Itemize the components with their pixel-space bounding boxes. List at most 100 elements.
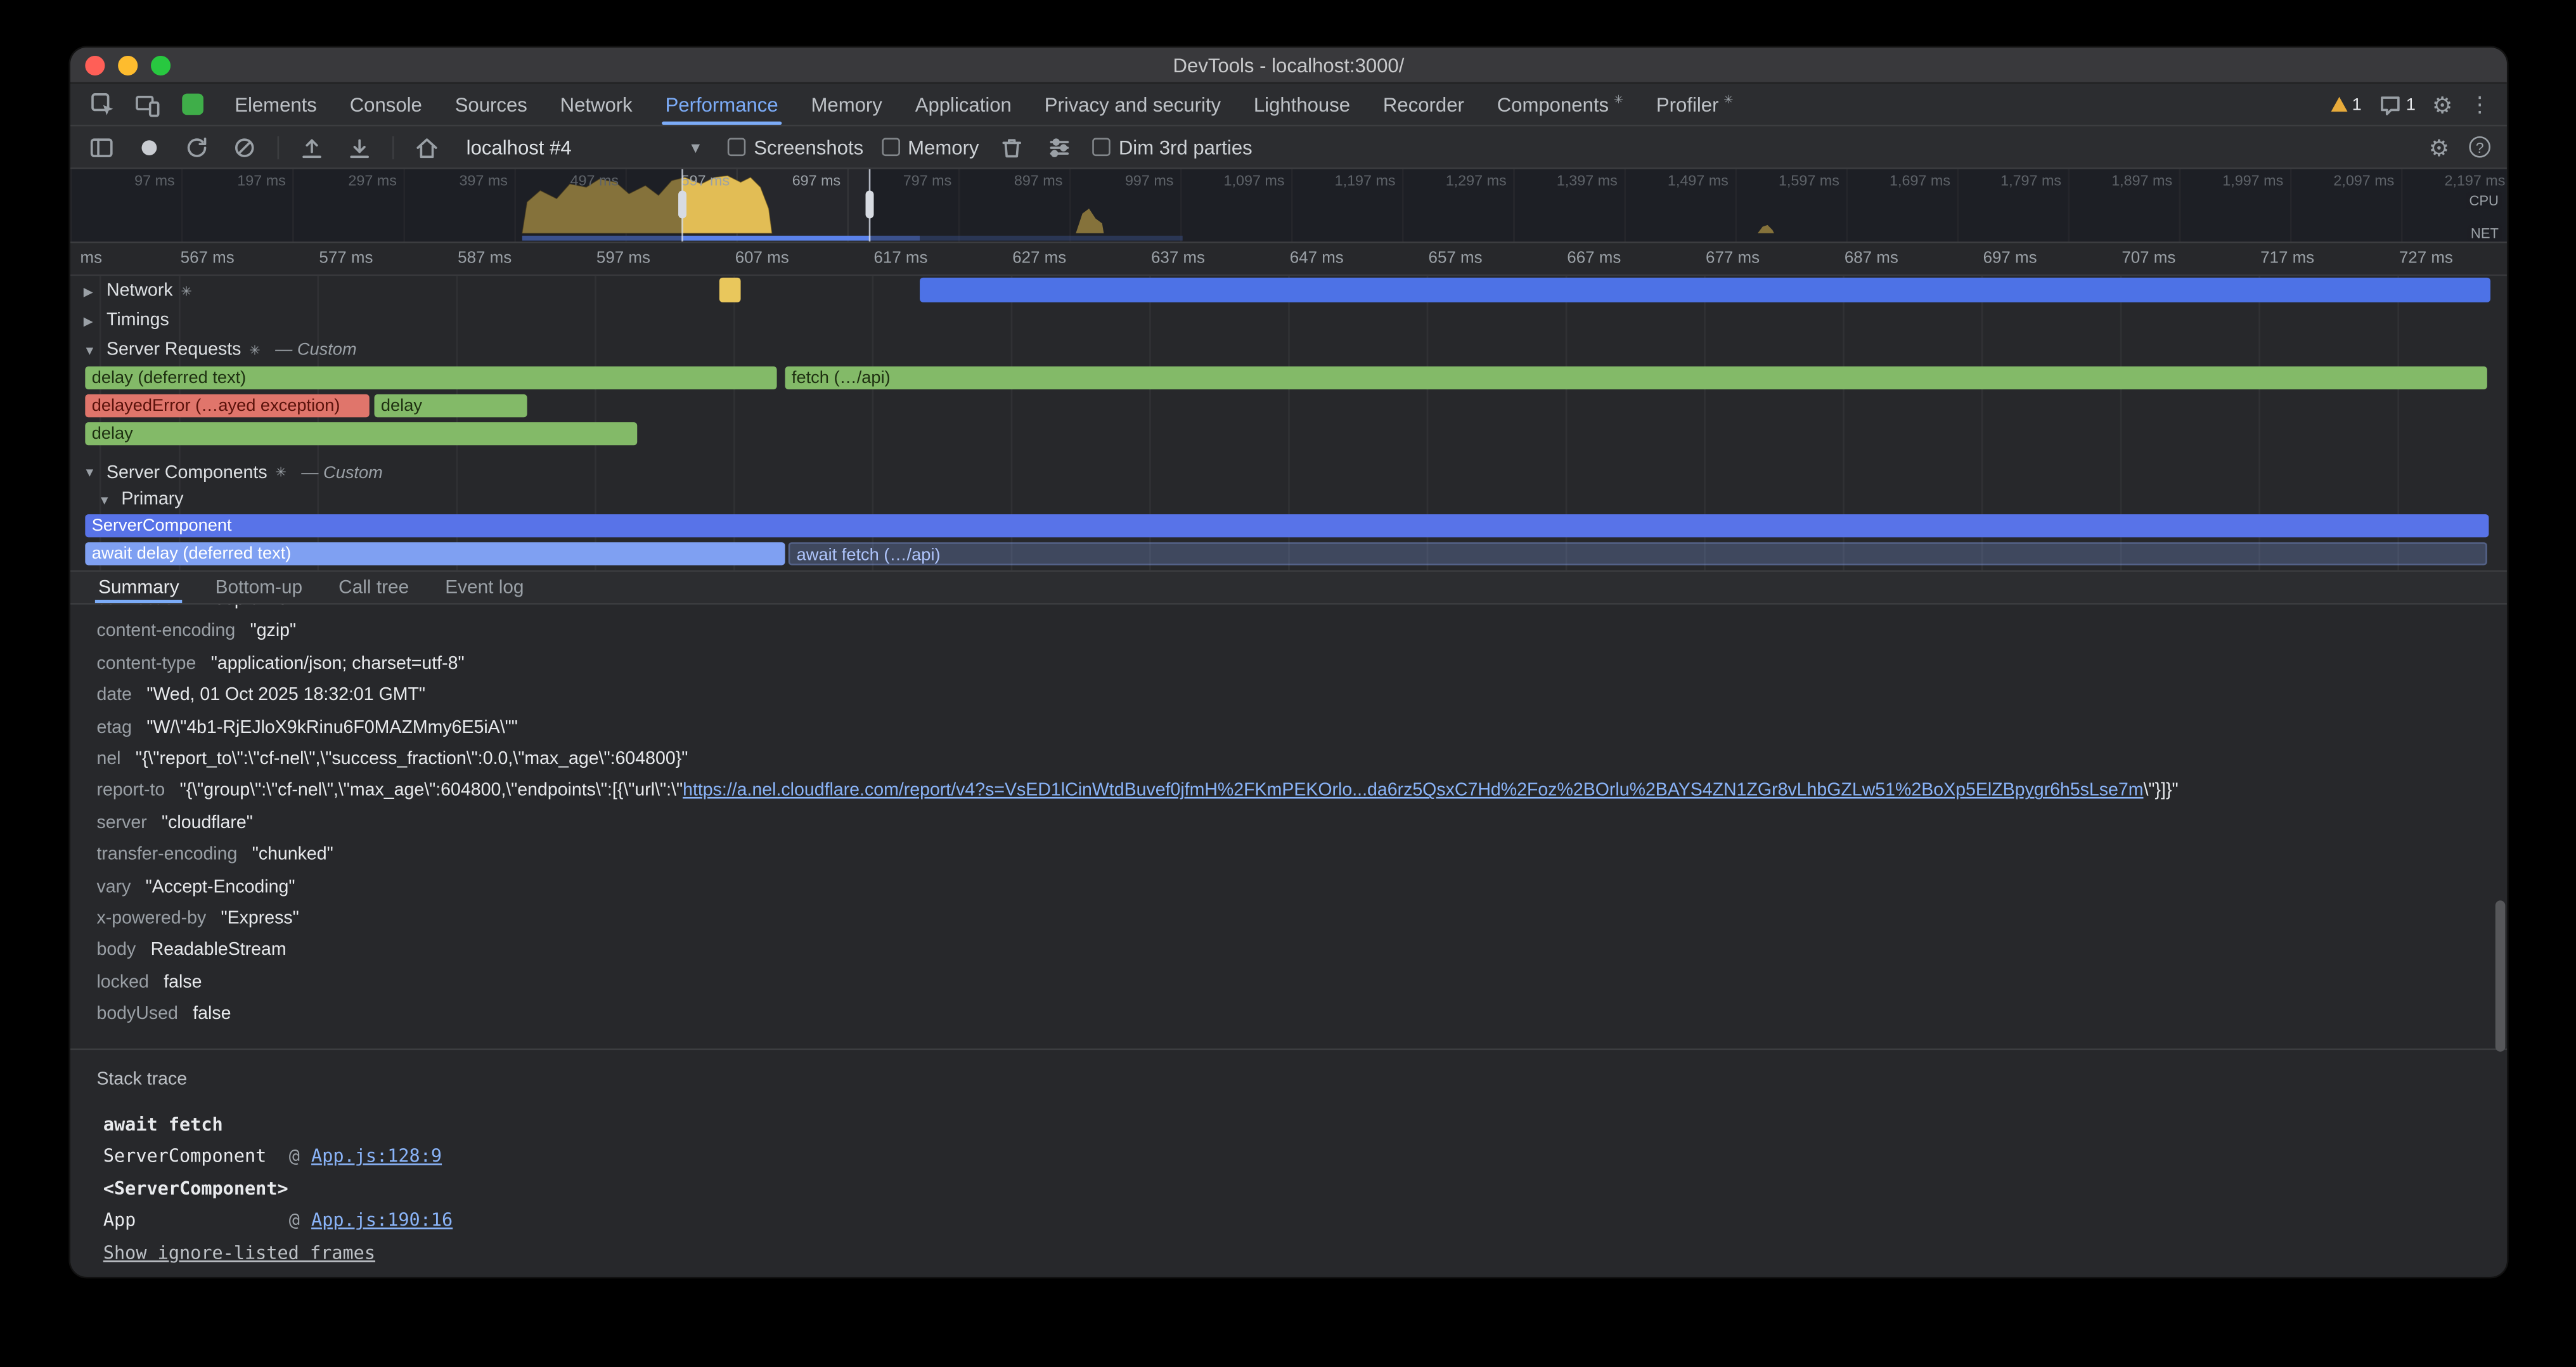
flame-row: delayedError (…ayed exception) delay xyxy=(70,392,2507,420)
issues-count: 1 xyxy=(2406,94,2416,114)
ruler-label: 697 ms xyxy=(1983,250,2037,268)
track-header-primary[interactable]: ▼Primary xyxy=(98,486,184,512)
collect-garbage-icon[interactable] xyxy=(997,132,1027,162)
flame-entry-await-delay-deferred-text[interactable]: await delay (deferred text) xyxy=(85,542,785,565)
header-key: bodyUsed xyxy=(96,1004,177,1024)
extension-badge-icon: ✳ xyxy=(1614,94,1623,107)
tab-elements[interactable]: Elements xyxy=(218,84,333,125)
tab-privacy-and-security[interactable]: Privacy and security xyxy=(1028,84,1237,125)
dim-3rd-parties-label: Dim 3rd parties xyxy=(1119,136,1253,159)
tab-label: Profiler xyxy=(1656,93,1719,115)
toolbar-separator xyxy=(392,136,394,159)
tab-network[interactable]: Network xyxy=(544,84,649,125)
zoom-window-button[interactable] xyxy=(151,55,171,75)
stack-frame-title: await fetch xyxy=(103,1109,2507,1141)
history-dropdown[interactable]: localhost #4 ▼ xyxy=(460,132,709,162)
flame-entry-servercomponent[interactable]: ServerComponent xyxy=(85,514,2489,537)
clear-icon[interactable] xyxy=(229,132,259,162)
show-ignore-listed-frames-link[interactable]: Show ignore-listed frames xyxy=(103,1242,375,1264)
details-tab-bottom-up[interactable]: Bottom-up xyxy=(197,572,321,603)
tab-console[interactable]: Console xyxy=(333,84,439,125)
record-and-reload-icon[interactable] xyxy=(182,132,212,162)
track-header-server-components[interactable]: ▼Server Components✳— Custom xyxy=(84,458,383,486)
header-value: "Express" xyxy=(221,909,299,928)
ruler-label: 687 ms xyxy=(1845,250,1898,268)
screenshots-checkbox[interactable]: Screenshots xyxy=(728,136,863,159)
message-bubble-icon xyxy=(2378,93,2401,115)
overview-left-handle[interactable] xyxy=(678,191,686,219)
track-header-server-requests[interactable]: ▼Server Requests✳— Custom xyxy=(84,335,357,365)
throttling-settings-icon[interactable] xyxy=(1045,132,1074,162)
live-metrics-home-icon[interactable] xyxy=(412,132,442,162)
flame-entry-delayederror-ayed-exception[interactable]: delayedError (…ayed exception) xyxy=(85,394,369,417)
tab-memory[interactable]: Memory xyxy=(795,84,899,125)
stack-frame-location-link[interactable]: App.js:128:9 xyxy=(311,1146,442,1167)
flame-row: delay xyxy=(70,420,2507,448)
close-window-button[interactable] xyxy=(85,55,105,75)
flame-row: ▼Primary xyxy=(70,486,2507,512)
header-value: "chunked" xyxy=(252,845,333,865)
flame-entry-delay[interactable]: delay xyxy=(375,394,527,417)
ruler-label: 727 ms xyxy=(2399,250,2453,268)
window-titlebar[interactable]: DevTools - localhost:3000/ xyxy=(70,48,2507,84)
custom-track-badge-icon: ✳ xyxy=(249,342,260,357)
header-row: content-type"application/json; charset=u… xyxy=(96,649,2506,680)
ruler-label: 667 ms xyxy=(1567,250,1621,268)
header-value: false xyxy=(193,1004,231,1024)
flame-chart[interactable]: ▶Network✳▶Timings▼Server Requests✳— Cust… xyxy=(70,276,2507,570)
header-key: content-type xyxy=(96,654,196,673)
flame-entry[interactable] xyxy=(719,278,741,302)
tab-performance[interactable]: Performance xyxy=(649,84,795,125)
tab-sources[interactable]: Sources xyxy=(439,84,544,125)
memory-checkbox[interactable]: Memory xyxy=(882,136,979,159)
custom-track-badge-icon: ✳ xyxy=(181,283,192,298)
track-header-network[interactable]: ▶Network✳ xyxy=(84,276,192,306)
flame-entry-fetch-api[interactable]: fetch (…/api) xyxy=(785,366,2487,389)
header-value-link[interactable]: https://a.nel.cloudflare.com/report/v4?s… xyxy=(683,781,2143,801)
overview-right-handle[interactable] xyxy=(866,191,874,219)
header-value: ReadableStream xyxy=(151,941,287,961)
checkbox-box xyxy=(882,138,900,157)
help-icon[interactable]: ? xyxy=(2469,136,2490,158)
settings-gear-icon[interactable]: ⚙ xyxy=(2432,93,2453,115)
toggle-insights-sidebar-icon[interactable] xyxy=(87,132,117,162)
tab-application[interactable]: Application xyxy=(899,84,1028,125)
flame-entry-delay-deferred-text[interactable]: delay (deferred text) xyxy=(85,366,776,389)
flame-entry-delay[interactable]: delay xyxy=(85,422,637,445)
details-tab-event-log[interactable]: Event log xyxy=(427,572,542,603)
chevron-down-icon: ▼ xyxy=(688,139,703,155)
details-tab-call-tree[interactable]: Call tree xyxy=(321,572,427,603)
extension-icon[interactable] xyxy=(177,89,207,119)
issues-indicator[interactable]: 1 xyxy=(2378,93,2416,115)
flame-entry[interactable] xyxy=(920,278,2490,302)
inspect-element-icon[interactable] xyxy=(89,89,119,119)
details-scrollbar-thumb[interactable] xyxy=(2496,900,2506,1051)
kebab-menu-icon[interactable]: ⋮ xyxy=(2469,91,2490,117)
header-key: vary xyxy=(96,877,131,897)
tab-profiler[interactable]: Profiler✳ xyxy=(1640,84,1749,125)
header-value: "{\"group\":\"cf-nel\",\"max_age\":60480… xyxy=(180,781,2179,801)
traffic-lights xyxy=(85,48,171,82)
details-tab-summary[interactable]: Summary xyxy=(80,572,198,603)
timeline-overview[interactable]: 97 ms197 ms297 ms397 ms497 ms597 ms697 m… xyxy=(70,169,2507,243)
record-icon[interactable] xyxy=(134,132,164,162)
tab-components[interactable]: Components✳ xyxy=(1481,84,1640,125)
screenshots-checkbox-label: Screenshots xyxy=(754,136,863,159)
header-row: bodyUsed false xyxy=(96,999,2506,1031)
capture-settings-gear-icon[interactable]: ⚙ xyxy=(2429,136,2450,159)
ruler-label: 597 ms xyxy=(596,250,650,268)
flame-entry-await-fetch-api[interactable]: await fetch (…/api) xyxy=(789,542,2487,565)
stack-frame-at: @ xyxy=(289,1210,300,1231)
tab-recorder[interactable]: Recorder xyxy=(1367,84,1481,125)
track-label: Server Requests xyxy=(106,340,241,360)
minimize-window-button[interactable] xyxy=(118,55,138,75)
load-profile-icon[interactable] xyxy=(297,132,327,162)
warnings-indicator[interactable]: 1 xyxy=(2331,94,2362,114)
stack-frame-location-link[interactable]: App.js:190:16 xyxy=(311,1210,453,1231)
track-header-timings[interactable]: ▶Timings xyxy=(84,306,169,335)
tab-lighthouse[interactable]: Lighthouse xyxy=(1237,84,1367,125)
ruler-label: 577 ms xyxy=(319,250,373,268)
dim-3rd-parties-checkbox[interactable]: Dim 3rd parties xyxy=(1092,136,1252,159)
device-toolbar-icon[interactable] xyxy=(132,89,162,119)
save-profile-icon[interactable] xyxy=(345,132,375,162)
